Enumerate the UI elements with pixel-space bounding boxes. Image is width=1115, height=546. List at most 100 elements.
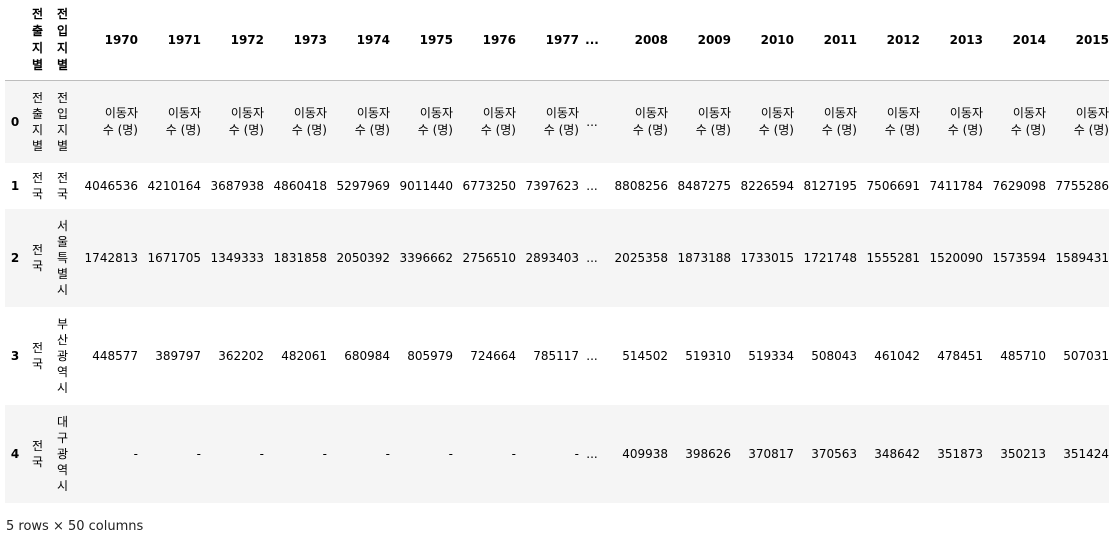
table-cell: 680984 <box>344 348 390 363</box>
table-cell: - <box>448 446 453 461</box>
table-cell: 2025358 <box>614 250 668 265</box>
table-cell: 478451 <box>937 348 983 363</box>
table-cell: 4210164 <box>147 178 201 193</box>
cell-in-region: 부산광역시 <box>56 316 69 395</box>
cell-out-region: 전국 <box>31 438 44 469</box>
table-cell: 9011440 <box>399 178 453 193</box>
table-cell: 448577 <box>92 348 138 363</box>
year-header: 1976 <box>482 33 516 47</box>
table-cell: 2756510 <box>462 250 516 265</box>
table-cell: 3396662 <box>399 250 453 265</box>
table-cell: - <box>196 446 201 461</box>
table-cell: 519334 <box>748 348 794 363</box>
ellipsis-cell: ... <box>586 178 598 193</box>
table-cell: 351873 <box>937 446 983 461</box>
table-cell: 461042 <box>874 348 920 363</box>
table-cell: 1671705 <box>147 250 201 265</box>
table-cell: 7506691 <box>866 178 920 193</box>
table-body: 0 전출지별 전입지별 이동자 수 (명) 이동자 수 (명) 이동자 수 (명) 이동자 … <box>5 80 1109 503</box>
year-header: 1974 <box>356 33 390 47</box>
column-header-out: 전출지별 <box>31 7 44 72</box>
table-cell: 409938 <box>622 446 668 461</box>
table-cell: 7629098 <box>992 178 1046 193</box>
table-cell: 1831858 <box>273 250 327 265</box>
table-cell: 6773250 <box>462 178 516 193</box>
ellipsis-cell: ... <box>586 348 598 363</box>
table-cell: 이동자 수 (명) <box>291 105 327 137</box>
table-cell: 7755286 <box>1055 178 1109 193</box>
table-cell: 362202 <box>218 348 264 363</box>
year-header: 2010 <box>760 33 794 47</box>
year-header: 2009 <box>697 33 731 47</box>
table-cell: 1573594 <box>992 250 1046 265</box>
table-cell: 1733015 <box>740 250 794 265</box>
row-index: 3 <box>10 348 20 363</box>
ellipsis-cell: ... <box>586 114 598 129</box>
table-cell: - <box>322 446 327 461</box>
table-cell: 이동자 수 (명) <box>947 105 983 137</box>
table-cell: 이동자 수 (명) <box>632 105 668 137</box>
table-cell: 1555281 <box>866 250 920 265</box>
table-cell: 이동자 수 (명) <box>758 105 794 137</box>
table-cell: 351424 <box>1063 446 1109 461</box>
table-cell: 389797 <box>155 348 201 363</box>
table-row: 2 전국 서울특별시 1742813 1671705 1349333 1831858 2050… <box>5 208 1109 307</box>
table-cell: 이동자 수 (명) <box>695 105 731 137</box>
table-cell: 485710 <box>1000 348 1046 363</box>
table-cell: 805979 <box>407 348 453 363</box>
cell-out-region: 전국 <box>31 242 44 273</box>
table-cell: 이동자 수 (명) <box>228 105 264 137</box>
table-cell: 1873188 <box>677 250 731 265</box>
column-header-in: 전입지별 <box>56 7 69 72</box>
year-header: 2008 <box>634 33 668 47</box>
table-shape-footer: 5 rows × 50 columns <box>6 519 144 534</box>
table-cell: 8226594 <box>740 178 794 193</box>
table-cell: 8808256 <box>614 178 668 193</box>
ellipsis-cell: ... <box>586 446 598 461</box>
cell-in-region: 서울특별시 <box>56 218 69 297</box>
table-row: 1 전국 전국 4046536 4210164 3687938 4860418 5297969… <box>5 162 1109 209</box>
table-cell: 7411784 <box>929 178 983 193</box>
index-header <box>5 0 25 81</box>
table-row: 3 전국 부산광역시 448577 389797 362202 482061 680984 80… <box>5 306 1109 405</box>
cell-out-region: 전국 <box>31 170 44 201</box>
table-cell: 3687938 <box>210 178 264 193</box>
cell-in-region: 전국 <box>56 170 69 201</box>
year-header: 2012 <box>886 33 920 47</box>
table-cell: 이동자 수 (명) <box>165 105 201 137</box>
dataframe-table: 전출지별 전입지별 1970 1971 1972 1973 1974 1975 … <box>5 0 1109 503</box>
table-cell: 724664 <box>470 348 516 363</box>
table-cell: 이동자 수 (명) <box>354 105 390 137</box>
table-cell: 1721748 <box>803 250 857 265</box>
table-cell: 785117 <box>533 348 579 363</box>
year-header: 2011 <box>823 33 857 47</box>
table-cell: - <box>259 446 264 461</box>
ellipsis-cell: ... <box>586 250 598 265</box>
table-cell: 이동자 수 (명) <box>102 105 138 137</box>
table-cell: 348642 <box>874 446 920 461</box>
table-cell: 1589431 <box>1055 250 1109 265</box>
table-cell: 2050392 <box>336 250 390 265</box>
year-header: 1972 <box>230 33 264 47</box>
table-cell: 2893403 <box>525 250 579 265</box>
table-cell: 7397623 <box>525 178 579 193</box>
year-header: 1971 <box>167 33 201 47</box>
table-cell: 이동자 수 (명) <box>1010 105 1046 137</box>
cell-out-region: 전국 <box>31 340 44 371</box>
table-cell: 4046536 <box>84 178 138 193</box>
table-cell: 이동자 수 (명) <box>417 105 453 137</box>
cell-in-region: 전입지별 <box>56 90 69 153</box>
table-cell: - <box>385 446 390 461</box>
table-cell: - <box>133 446 138 461</box>
table-cell: 이동자 수 (명) <box>543 105 579 137</box>
row-index: 2 <box>10 250 20 265</box>
table-cell: 370817 <box>748 446 794 461</box>
table-cell: 1742813 <box>84 250 138 265</box>
table-row: 4 전국 대구광역시 - - - - - - - -... 409938 398626 370817 370… <box>5 404 1109 503</box>
table-cell: 508043 <box>811 348 857 363</box>
table-cell: 507031 <box>1063 348 1109 363</box>
table-row: 0 전출지별 전입지별 이동자 수 (명) 이동자 수 (명) 이동자 수 (명) 이동자 … <box>5 80 1109 163</box>
table-cell: 이동자 수 (명) <box>821 105 857 137</box>
table-cell: 이동자 수 (명) <box>1073 105 1109 137</box>
table-cell: 이동자 수 (명) <box>884 105 920 137</box>
